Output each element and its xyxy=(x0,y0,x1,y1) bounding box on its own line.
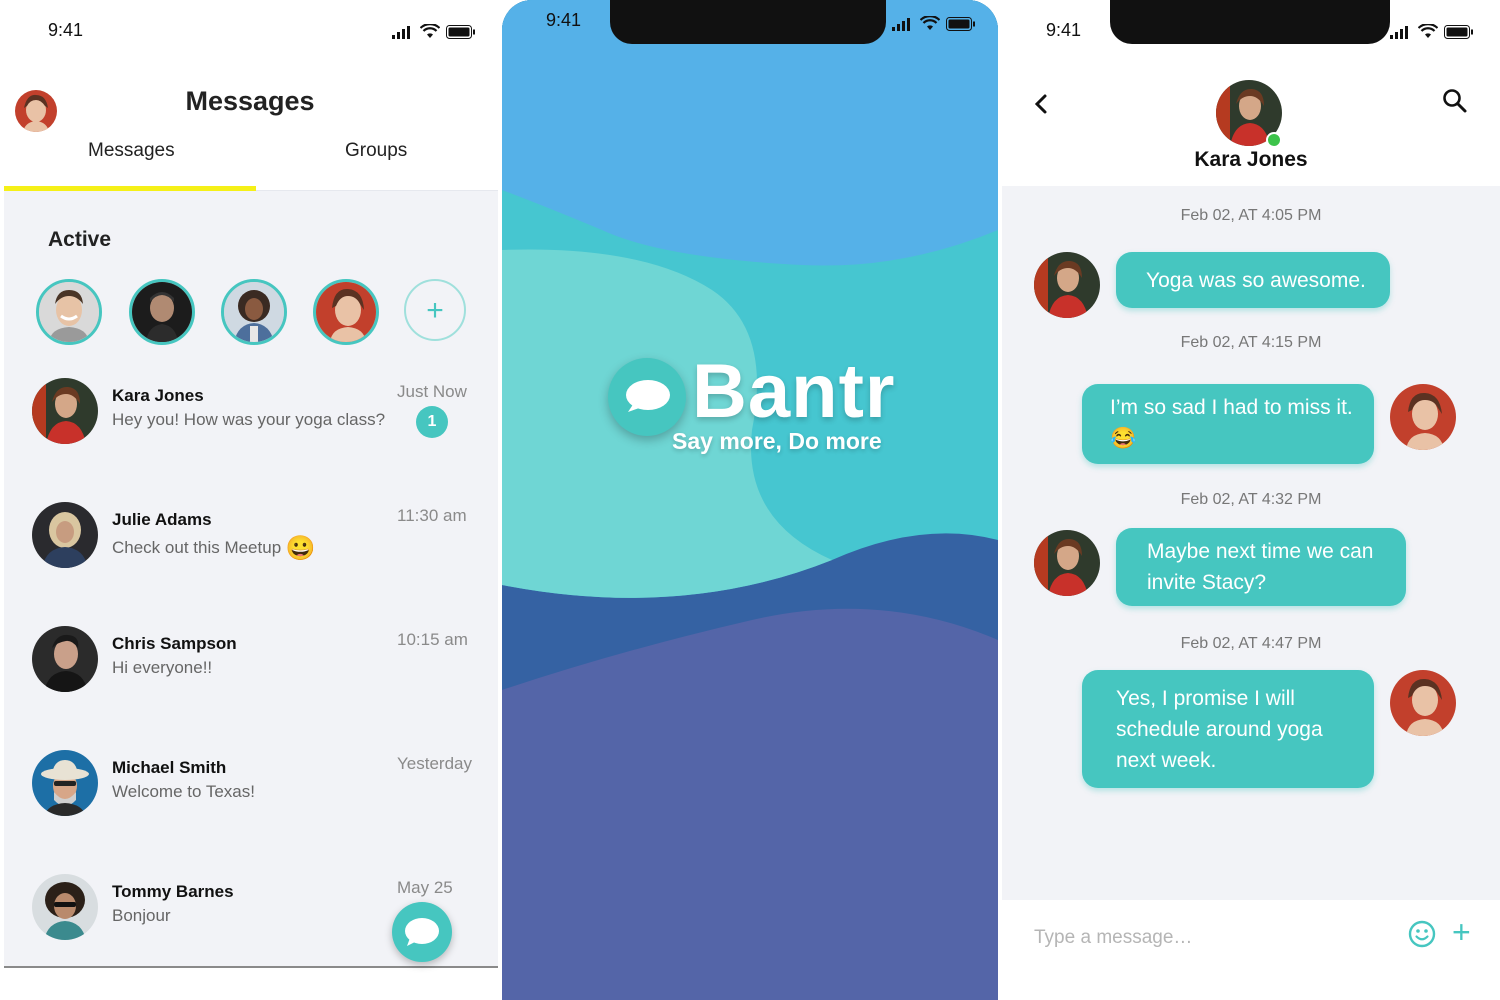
status-icons xyxy=(1390,24,1474,39)
message-time: 11:30 am xyxy=(397,506,467,525)
signal-icon xyxy=(1390,26,1408,39)
message-input[interactable] xyxy=(1032,922,1376,954)
add-active-user-button[interactable]: + xyxy=(404,279,466,341)
wifi-icon xyxy=(420,24,440,38)
message-composer: + xyxy=(1002,900,1500,982)
active-user-avatar[interactable] xyxy=(129,279,195,345)
plus-icon: + xyxy=(1452,914,1471,950)
message-timestamp: Feb 02, AT 4:05 PM xyxy=(1180,207,1322,224)
conversation-row[interactable]: Julie Adams Check out this Meetup 😀 11:3… xyxy=(4,502,498,612)
device-notch xyxy=(610,0,886,44)
avatar xyxy=(32,750,98,816)
back-button[interactable] xyxy=(1030,92,1054,116)
tab-groups[interactable]: Groups xyxy=(345,140,407,162)
wifi-icon xyxy=(920,16,940,30)
contact-name: Julie Adams xyxy=(112,510,212,529)
app-logo-icon xyxy=(608,358,686,436)
message-time: May 25 xyxy=(397,878,453,897)
battery-icon xyxy=(946,17,975,31)
avatar xyxy=(32,502,98,568)
conversation-row[interactable]: Kara Jones Hey you! How was your yoga cl… xyxy=(4,378,498,488)
contact-name: Kara Jones xyxy=(112,386,204,405)
brand-tagline: Say more, Do more xyxy=(672,428,882,454)
avatar xyxy=(32,626,98,692)
message-time: Yesterday xyxy=(397,754,472,773)
attach-button[interactable]: + xyxy=(1452,916,1471,948)
active-section-label: Active xyxy=(48,228,112,251)
message-preview: Hi everyone!! xyxy=(112,658,213,677)
avatar xyxy=(32,378,98,444)
messages-screen: 9:41 Messages Messages Groups Active + K… xyxy=(0,0,500,1000)
status-icons xyxy=(892,16,976,31)
contact-name: Michael Smith xyxy=(112,758,227,777)
tab-messages[interactable]: Messages xyxy=(88,140,175,162)
signal-icon xyxy=(392,26,410,39)
sent-message-bubble: Yes, I promise I will schedule around yo… xyxy=(1082,670,1374,788)
message-time: 10:15 am xyxy=(397,630,468,649)
avatar xyxy=(1034,252,1100,318)
emoji-button[interactable] xyxy=(1408,920,1436,948)
divider xyxy=(4,966,498,968)
avatar xyxy=(1390,670,1456,736)
status-time: 9:41 xyxy=(1046,20,1082,40)
chat-bubble-icon xyxy=(405,918,439,946)
signal-icon xyxy=(892,18,910,31)
page-title: Messages xyxy=(185,86,315,116)
wave-background xyxy=(502,0,998,1000)
received-message-bubble: Yoga was so awesome. xyxy=(1116,252,1390,308)
message-timestamp: Feb 02, AT 4:47 PM xyxy=(1180,635,1322,652)
smiley-icon xyxy=(1408,920,1436,948)
message-timestamp: Feb 02, AT 4:15 PM xyxy=(1180,334,1322,351)
active-user-avatar[interactable] xyxy=(313,279,379,345)
message-preview: Hey you! How was your yoga class? xyxy=(112,410,386,429)
battery-icon xyxy=(446,25,475,39)
avatar xyxy=(1034,530,1100,596)
online-status-indicator xyxy=(1266,132,1282,148)
received-message-bubble: Maybe next time we can invite Stacy? xyxy=(1116,528,1406,606)
active-user-avatar[interactable] xyxy=(221,279,287,345)
message-time: Just Now xyxy=(397,382,467,401)
device-notch xyxy=(1110,0,1390,44)
conversation-row[interactable]: Michael Smith Welcome to Texas! Yesterda… xyxy=(4,750,498,860)
message-preview: Bonjour xyxy=(112,906,171,925)
status-icons xyxy=(392,24,476,39)
splash-screen: 9:41 Bantr Say more, Do more xyxy=(502,0,998,1000)
search-button[interactable] xyxy=(1442,88,1468,114)
search-icon xyxy=(1443,89,1467,113)
chat-screen: 9:41 Kara Jones Feb 02, AT 4:05 PM Yoga … xyxy=(1002,0,1500,1000)
sent-message-bubble: I’m so sad I had to miss it. 😂 xyxy=(1082,384,1374,464)
new-message-button[interactable] xyxy=(392,902,452,962)
battery-icon xyxy=(1444,25,1473,39)
avatar xyxy=(32,874,98,940)
grinning-emoji-icon: 😀 xyxy=(285,535,316,562)
status-time: 9:41 xyxy=(546,10,582,30)
contact-name: Tommy Barnes xyxy=(112,882,234,901)
unread-badge: 1 xyxy=(416,406,448,438)
chevron-left-icon xyxy=(1034,94,1047,114)
wifi-icon xyxy=(1418,24,1438,38)
brand-name: Bantr xyxy=(692,349,896,434)
status-time: 9:41 xyxy=(48,20,84,40)
avatar xyxy=(1390,384,1456,450)
contact-name: Chris Sampson xyxy=(112,634,237,653)
message-timestamp: Feb 02, AT 4:32 PM xyxy=(1180,491,1322,508)
plus-icon: + xyxy=(426,294,444,327)
conversation-row[interactable]: Chris Sampson Hi everyone!! 10:15 am xyxy=(4,626,498,736)
active-user-avatar[interactable] xyxy=(36,279,102,345)
message-preview: Welcome to Texas! xyxy=(112,782,255,801)
contact-name: Kara Jones xyxy=(1194,148,1308,171)
message-preview: Check out this Meetup 😀 xyxy=(112,535,316,562)
